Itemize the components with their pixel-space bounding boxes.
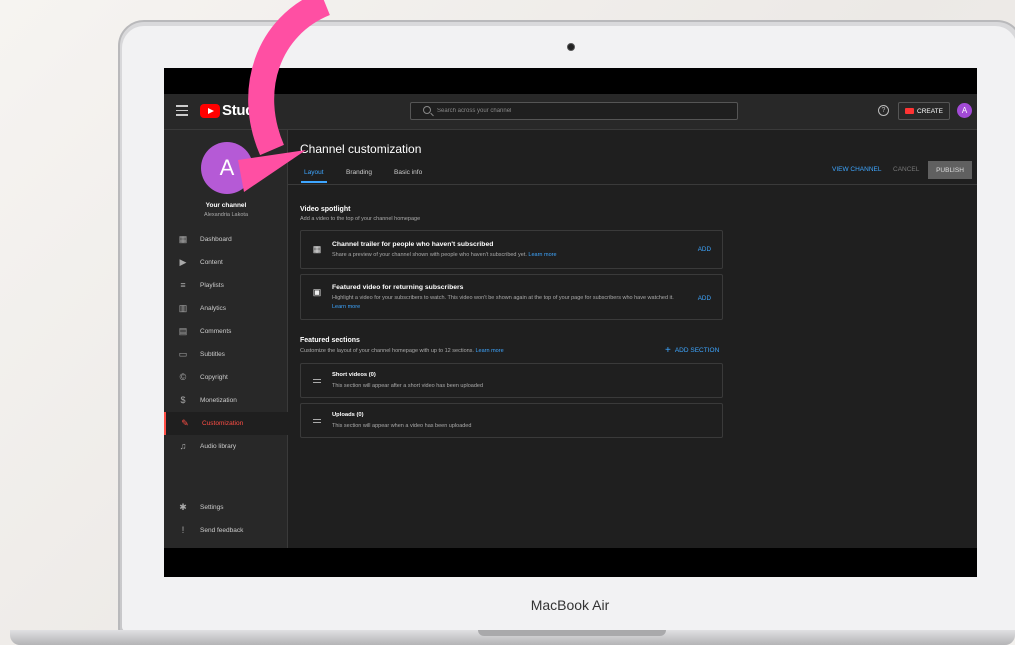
sidebar-item-content[interactable]: ▶ Content [164,251,288,274]
plus-icon: + [665,345,671,356]
copyright-icon: © [179,372,187,382]
add-channel-trailer-button[interactable]: ADD [698,246,711,253]
card-title: Featured video for returning subscribers [332,284,464,291]
channel-title: Your channel [205,202,247,209]
monetization-icon: $ [180,395,186,405]
sidebar-item-label: Content [200,259,223,266]
learn-more-link[interactable]: Learn more [476,348,504,354]
comments-icon: ▤ [178,326,188,336]
sidebar-item-playlists[interactable]: ≡ Playlists [164,274,288,297]
sidebar-item-label: Analytics [200,305,227,312]
sidebar-item-audio-library[interactable]: ♫ Audio library [164,435,288,458]
create-label: CREATE [917,107,943,115]
film-icon: ▦ [312,244,322,254]
sidebar-item-label: Comments [200,328,232,335]
sidebar-item-comments[interactable]: ▤ Comments [164,320,288,343]
tabs-divider [288,184,977,185]
add-section-button[interactable]: + ADD SECTION [665,344,720,356]
settings-icon: ✱ [179,502,187,512]
learn-more-link[interactable]: Learn more [528,252,556,258]
sidebar-item-label: Audio library [200,443,237,450]
account-avatar[interactable]: A [957,103,972,118]
sidebar-item-label: Settings [200,504,224,511]
clapper-icon: ▣ [312,287,322,297]
create-button[interactable]: CREATE [898,102,950,120]
learn-more-link[interactable]: Learn more [332,304,360,310]
drag-handle-icon[interactable] [313,379,321,383]
sidebar-item-label: Customization [202,420,244,427]
sidebar-item-analytics[interactable]: ▥ Analytics [164,297,288,320]
sidebar-item-label: Dashboard [200,236,232,243]
search-input[interactable] [437,105,727,117]
card-title: Short videos (0) [332,372,376,378]
sidebar-item-label: Playlists [200,282,224,289]
sidebar-item-label: Monetization [200,397,237,404]
featured-sections-description: Customize the layout of your channel hom… [300,348,504,354]
channel-name: Alexandria Lakota [203,212,249,218]
sidebar-item-label: Copyright [200,374,228,381]
card-description: This section will appear when a video ha… [332,423,472,429]
sidebar-item-monetization[interactable]: $ Monetization [164,389,288,412]
view-channel-button[interactable]: VIEW CHANNEL [832,166,881,173]
search-icon [423,106,431,114]
laptop-notch [478,630,666,636]
sidebar-item-subtitles[interactable]: ▭ Subtitles [164,343,288,366]
camera-icon [567,43,575,51]
card-description: Share a preview of your channel shown wi… [332,251,557,260]
card-description: Highlight a video for your subscribers t… [332,294,684,312]
card-description-text: Highlight a video for your subscribers t… [332,295,674,301]
active-tab-indicator [301,181,327,183]
section-card-uploads[interactable]: Uploads (0) This section will appear whe… [300,403,723,438]
featured-video-card: ▣ Featured video for returning subscribe… [300,274,723,320]
dashboard-icon: ▦ [178,234,188,244]
video-spotlight-description: Add a video to the top of your channel h… [300,216,421,222]
channel-avatar[interactable]: A [201,142,253,194]
content-icon: ▶ [179,257,187,267]
sidebar: A Your channel Alexandria Lakota ▦ Dashb… [164,130,288,548]
audio-library-icon: ♫ [179,441,187,451]
sidebar-item-send-feedback[interactable]: ! Send feedback [164,519,288,542]
featured-sections-title: Featured sections [300,337,360,344]
card-title: Channel trailer for people who haven't s… [332,241,494,248]
top-bar: Stud ? CREATE A [164,94,977,130]
subtitles-icon: ▭ [178,349,188,359]
drag-handle-icon[interactable] [313,419,321,423]
sidebar-item-copyright[interactable]: © Copyright [164,366,288,389]
publish-button[interactable]: PUBLISH [928,161,972,179]
sidebar-item-label: Send feedback [200,527,244,534]
youtube-logo-icon[interactable] [200,104,220,118]
playlists-icon: ≡ [180,280,186,290]
screen: Stud ? CREATE A A Your channel Alexandri… [164,68,977,577]
page-title: Channel customization [300,142,422,156]
channel-trailer-card: ▦ Channel trailer for people who haven't… [300,230,723,269]
card-description: This section will appear after a short v… [332,383,484,389]
featured-sections-description-text: Customize the layout of your channel hom… [300,348,474,354]
video-spotlight-title: Video spotlight [300,206,351,213]
tab-basic-info[interactable]: Basic info [394,169,422,176]
help-icon[interactable]: ? [878,105,889,116]
app-name: Stud [222,102,255,119]
menu-icon[interactable] [176,105,188,116]
sidebar-item-customization[interactable]: ✎ Customization [164,412,288,435]
sidebar-item-dashboard[interactable]: ▦ Dashboard [164,228,288,251]
main-content: Channel customization Layout Branding Ba… [288,130,977,548]
cancel-button[interactable]: CANCEL [893,166,919,173]
card-title: Uploads (0) [332,412,364,418]
search-bar[interactable] [410,102,738,120]
create-video-icon [905,108,915,114]
card-description-text: Share a preview of your channel shown wi… [332,252,527,258]
add-section-label: ADD SECTION [674,347,720,354]
add-featured-video-button[interactable]: ADD [698,295,711,302]
analytics-icon: ▥ [178,303,188,313]
sidebar-item-settings[interactable]: ✱ Settings [164,496,288,519]
laptop-brand-label: MacBook Air [530,597,610,613]
tab-branding[interactable]: Branding [346,169,372,176]
section-card-short-videos[interactable]: Short videos (0) This section will appea… [300,363,723,398]
sidebar-item-label: Subtitles [200,351,225,358]
feedback-icon: ! [181,525,185,535]
tab-layout[interactable]: Layout [304,169,324,176]
customization-icon: ✎ [181,418,189,428]
